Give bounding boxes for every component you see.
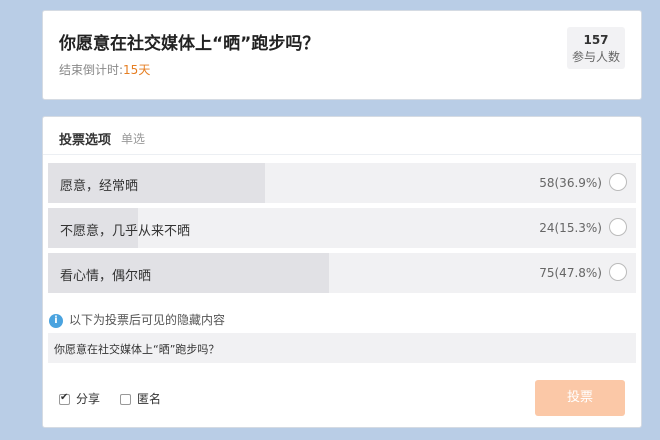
countdown-label: 结束倒计时: <box>59 63 124 77</box>
anonymous-checkbox[interactable]: 匿名 <box>120 390 161 407</box>
hidden-content-note: i 以下为投票后可见的隐藏内容 <box>49 311 225 328</box>
hidden-content-text: 你愿意在社交媒体上“晒”跑步吗？ <box>54 343 220 356</box>
vote-option-radio[interactable] <box>609 263 627 281</box>
vote-header: 投票选项 单选 <box>43 117 641 155</box>
vote-heading: 投票选项 <box>59 133 112 148</box>
vote-option-radio[interactable] <box>609 218 627 236</box>
vote-option-count: 24(15.3%) <box>539 221 602 235</box>
vote-card: 投票选项 单选 愿意，经常晒 58(36.9%) 不愿意，几乎从来不晒 24(1… <box>42 116 642 428</box>
vote-option-2[interactable]: 不愿意，几乎从来不晒 24(15.3%) <box>48 208 636 248</box>
vote-option-label: 不愿意，几乎从来不晒 <box>60 224 191 239</box>
share-label: 分享 <box>76 392 101 406</box>
submit-vote-button[interactable]: 投票 <box>535 380 625 416</box>
countdown: 结束倒计时:15天 <box>59 61 150 78</box>
participants-badge: 157 参与人数 <box>567 27 625 69</box>
checkbox-unchecked-icon[interactable] <box>120 394 131 405</box>
vote-type: 单选 <box>121 132 146 146</box>
info-icon: i <box>49 313 63 328</box>
vote-option-radio[interactable] <box>609 173 627 191</box>
hidden-note-text: 以下为投票后可见的隐藏内容 <box>69 313 226 327</box>
hidden-content-box: 你愿意在社交媒体上“晒”跑步吗？ <box>48 333 636 363</box>
participants-label: 参与人数 <box>571 50 620 64</box>
poll-title: 你愿意在社交媒体上“晒”跑步吗？ <box>59 34 320 54</box>
anonymous-label: 匿名 <box>137 392 162 406</box>
vote-option-3[interactable]: 看心情，偶尔晒 75(47.8%) <box>48 253 636 293</box>
share-checkbox[interactable]: 分享 <box>59 390 100 407</box>
vote-option-count: 75(47.8%) <box>539 266 602 280</box>
vote-option-1[interactable]: 愿意，经常晒 58(36.9%) <box>48 163 636 203</box>
poll-header-card: 你愿意在社交媒体上“晒”跑步吗？ 结束倒计时:15天 157 参与人数 <box>42 10 642 100</box>
vote-option-count: 58(36.9%) <box>539 176 602 190</box>
checkbox-checked-icon[interactable] <box>59 392 70 405</box>
countdown-value: 15天 <box>123 63 151 77</box>
vote-option-label: 看心情，偶尔晒 <box>60 269 152 284</box>
participants-count: 157 <box>583 33 609 47</box>
vote-option-label: 愿意，经常晒 <box>60 179 139 194</box>
